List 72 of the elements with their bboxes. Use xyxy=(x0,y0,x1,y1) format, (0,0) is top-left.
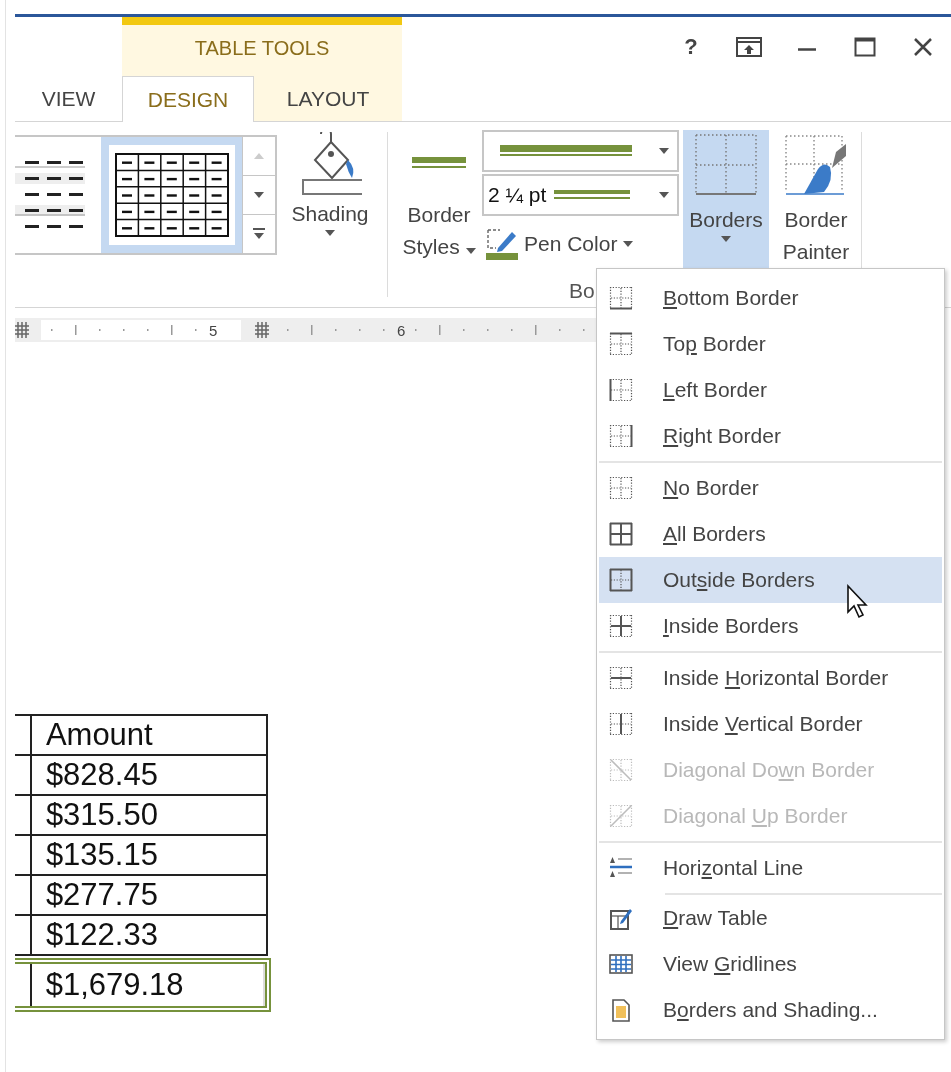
menu-item[interactable]: Right Border xyxy=(599,413,942,459)
caret-icon xyxy=(325,230,335,236)
caret-down-icon xyxy=(254,192,265,198)
diagonal-up-border-icon xyxy=(609,804,633,828)
line-weight-dropdown[interactable]: 2 ¼ pt xyxy=(482,174,679,216)
inside-vertical-border-icon xyxy=(609,712,633,736)
right-border-icon xyxy=(609,424,633,448)
page-border-icon xyxy=(609,998,633,1022)
menu-item[interactable]: Inside Horizontal Border xyxy=(599,655,942,701)
menu-item[interactable]: Draw Table xyxy=(599,895,942,941)
menu-item[interactable]: All Borders xyxy=(599,511,942,557)
ribbon-display-icon xyxy=(736,36,762,57)
outside-borders-icon xyxy=(609,568,633,592)
menu-item[interactable]: Bottom Border xyxy=(599,275,942,321)
ribbon-tab[interactable]: DESIGN xyxy=(122,76,254,122)
menu-item[interactable]: Horizontal Line xyxy=(599,845,942,891)
menu-item[interactable]: View Gridlines xyxy=(599,941,942,987)
menu-item[interactable]: Top Border xyxy=(599,321,942,367)
all-borders-icon xyxy=(609,522,633,546)
gridlines-icon xyxy=(609,952,633,976)
table-cell: $1,679.18 xyxy=(31,964,265,1006)
table-cell: Amount xyxy=(31,716,268,754)
mouse-cursor-icon xyxy=(846,584,870,620)
shading-button[interactable]: Shading xyxy=(285,122,375,307)
ruler-marker-icon[interactable] xyxy=(15,322,31,338)
border-styles-button[interactable]: Border Styles xyxy=(394,130,484,276)
inside-borders-icon xyxy=(609,614,633,638)
borders-button[interactable]: Borders xyxy=(683,130,769,268)
double-line-icon xyxy=(412,157,466,169)
group-label: Bo xyxy=(569,279,595,303)
diagonal-down-border-icon xyxy=(609,758,633,782)
border-painter-button[interactable]: Border Painter xyxy=(773,130,859,276)
menu-item[interactable]: Outside Borders xyxy=(599,557,942,603)
button-label: Shading xyxy=(291,201,369,227)
ruler-marker-icon[interactable] xyxy=(255,322,271,338)
help-button[interactable]: ? xyxy=(671,28,711,65)
table-cell: $315.50 xyxy=(31,796,268,834)
ruler-number: 5 xyxy=(209,321,218,339)
menu-item[interactable]: Left Border xyxy=(599,367,942,413)
caret-icon xyxy=(659,192,669,198)
table-style-option[interactable] xyxy=(101,137,243,253)
caret-icon xyxy=(623,241,634,247)
contextual-tab-group: TABLE TOOLS xyxy=(122,17,402,76)
minimize-icon xyxy=(797,48,817,51)
horizontal-line-icon xyxy=(609,856,633,880)
bottom-border-icon xyxy=(609,286,633,310)
menu-item[interactable]: No Border xyxy=(599,465,942,511)
left-border-icon xyxy=(609,378,633,402)
top-border-icon xyxy=(609,332,633,356)
ruler-number: 6 xyxy=(397,321,406,339)
menu-item[interactable]: Inside Borders xyxy=(599,603,942,649)
maximize-icon xyxy=(854,36,876,57)
more-icon xyxy=(253,228,266,240)
menu-item[interactable]: Inside Vertical Border xyxy=(599,701,942,747)
table-cell: $122.33 xyxy=(31,916,268,954)
no-border-icon xyxy=(609,476,633,500)
table-cell: $828.45 xyxy=(31,756,268,794)
caret-up-icon xyxy=(254,153,265,159)
close-icon xyxy=(913,36,933,57)
table-cell: $135.15 xyxy=(31,836,268,874)
line-style-dropdown[interactable] xyxy=(482,130,679,172)
caret-icon xyxy=(659,148,669,154)
borders-icon xyxy=(695,134,757,196)
table-cell: $277.75 xyxy=(31,876,268,914)
caret-icon xyxy=(721,236,731,242)
menu-item[interactable]: Borders and Shading... xyxy=(599,987,942,1033)
pen-icon xyxy=(486,228,518,260)
pen-color-button[interactable]: Pen Color xyxy=(482,226,634,262)
draw-table-icon xyxy=(609,906,633,930)
caret-icon xyxy=(465,248,476,254)
ribbon-tab[interactable]: LAYOUT xyxy=(254,76,402,122)
inside-horizontal-border-icon xyxy=(609,666,633,690)
